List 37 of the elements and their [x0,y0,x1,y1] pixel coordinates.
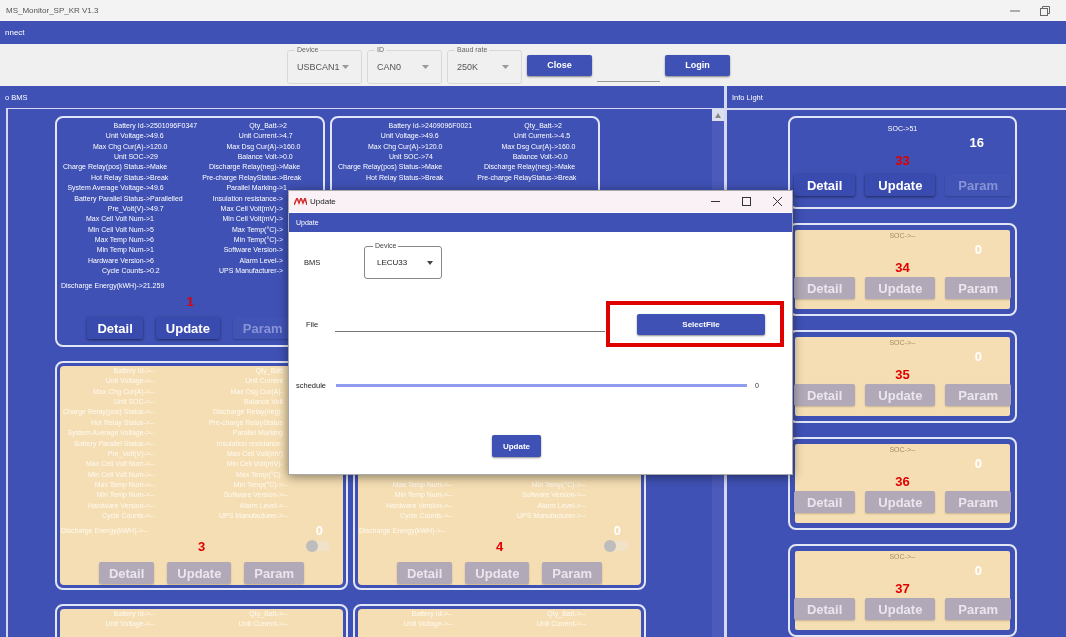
caret-icon [342,64,349,69]
card-button[interactable]: Update [865,174,936,196]
card-number: 36 [895,474,910,489]
count-text: 0 [974,456,982,471]
toggle-switch[interactable] [604,541,628,552]
window-title: MS_Monitor_SP_KR V1.3 [6,6,99,15]
caret-icon [422,64,429,69]
menu-item[interactable]: nnect [5,28,25,37]
card-number: 1 [186,293,194,309]
count-text: 0 [974,242,982,257]
card-number: 33 [895,153,910,168]
maximize-icon[interactable] [742,197,751,206]
toggle-switch[interactable] [306,541,330,552]
count-text: 0 [613,522,621,538]
count-text: 0 [974,563,982,578]
count-text: 16 [969,135,984,150]
card-button[interactable]: Update [155,317,220,340]
login-button[interactable]: Login [665,54,730,76]
card-button[interactable]: Detail [87,317,143,340]
card-number: 3 [197,538,206,554]
update-button[interactable]: Update [492,435,541,457]
card-button[interactable]: Detail [793,174,856,196]
count-text: 0 [974,349,982,364]
scroll-up-icon[interactable] [712,109,724,121]
count-text: 0 [315,522,323,538]
card-number: 4 [495,538,504,554]
logo-icon [294,198,307,205]
select-file-button[interactable]: SelectFile [637,314,765,335]
restore-icon[interactable] [1040,5,1050,16]
close-button[interactable]: Close [527,54,592,76]
card-number: 37 [895,581,910,596]
caret-icon [427,260,433,265]
caret-icon [502,64,509,69]
card-number: 34 [895,260,910,275]
close-icon[interactable] [773,197,782,206]
card-number: 35 [895,367,910,382]
dialog-title: Update [310,197,336,206]
